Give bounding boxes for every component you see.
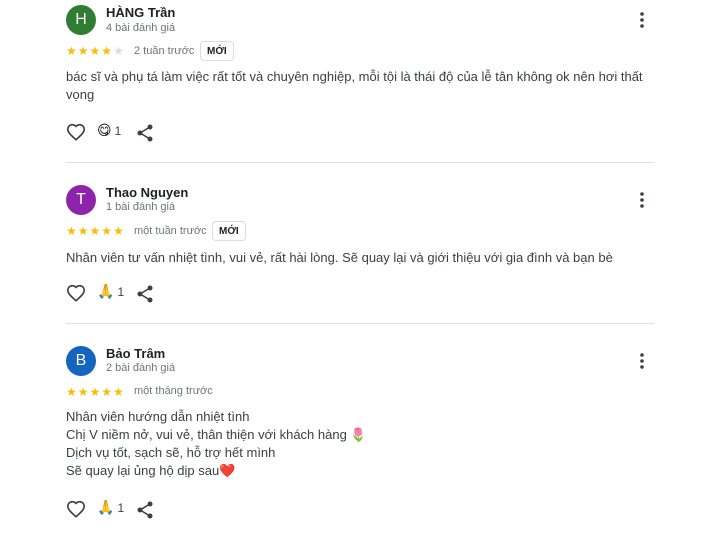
review-text-line: bác sĩ và phụ tá làm việc rất tốt và chu… — [66, 69, 643, 102]
share-icon — [137, 285, 153, 303]
star-icon: ★ — [66, 224, 77, 238]
avatar[interactable]: H — [66, 5, 96, 35]
review-text-line: Chị V niềm nở, vui vẻ, thân thiện với kh… — [66, 427, 367, 442]
heart-icon — [66, 284, 86, 302]
reviewer-review-count: 2 bài đánh giá — [106, 362, 176, 374]
review-actions: 🙏 1 — [66, 500, 166, 522]
review-card: B Bảo Trâm 2 bài đánh giá ★ ★ ★ ★ ★ một thán… — [66, 341, 654, 531]
star-icon: ★ — [89, 385, 101, 399]
more-options-icon[interactable] — [632, 10, 652, 30]
review-actions: 😋 1 — [66, 123, 166, 145]
reviewer-review-count: 4 bài đánh giá — [106, 22, 176, 34]
review-text: bác sĩ và phụ tá làm việc rất tốt và chu… — [66, 68, 646, 104]
review-text-line: Nhân viên tư vấn nhiệt tình, vui vẻ, rất… — [66, 250, 613, 265]
star-empty-icon: ★ — [113, 44, 124, 58]
new-badge: MỚI — [200, 41, 234, 61]
review-text: Nhân viên tư vấn nhiệt tình, vui vẻ, rất… — [66, 249, 646, 267]
new-badge: MỚI — [212, 221, 246, 241]
folded-hands-icon: 🙏 — [97, 500, 115, 516]
star-icon: ★ — [113, 224, 124, 238]
share-button[interactable] — [137, 124, 153, 142]
review-text: Nhân viên hướng dẫn nhiệt tình Chị V niề… — [66, 408, 646, 480]
avatar[interactable]: B — [66, 346, 96, 376]
more-options-icon[interactable] — [632, 351, 652, 371]
reviewer-review-count: 1 bài đánh giá — [106, 201, 176, 213]
face-savoring-icon: 😋 — [97, 123, 112, 139]
star-icon: ★ — [77, 44, 89, 58]
reviewer-name[interactable]: Bảo Trâm — [106, 346, 165, 361]
share-button[interactable] — [137, 285, 153, 303]
review-text-line: Dịch vụ tốt, sạch sẽ, hỗ trợ hết mình — [66, 445, 276, 460]
star-icon: ★ — [77, 385, 89, 399]
reaction-button[interactable]: 🙏 1 — [97, 500, 124, 516]
review-time: một tuần trước — [134, 225, 207, 237]
review-time: một tháng trước — [134, 385, 213, 397]
reviewer-name[interactable]: Thao Nguyen — [106, 185, 188, 200]
heart-icon — [66, 500, 86, 518]
review-text-line: Sẽ quay lại ủng hộ dịp sau❤️ — [66, 463, 236, 478]
star-icon: ★ — [66, 44, 77, 58]
review-card: H HÀNG Trần 4 bài đánh giá ★ ★ ★ ★ ★ 2 tuần … — [66, 0, 654, 160]
star-icon: ★ — [113, 385, 124, 399]
reaction-count: 1 — [117, 285, 125, 299]
reaction-count: 1 — [114, 124, 122, 138]
reaction-count: 1 — [117, 501, 125, 515]
reviewer-name[interactable]: HÀNG Trần — [106, 5, 175, 20]
like-button[interactable] — [66, 284, 86, 302]
share-icon — [137, 124, 153, 142]
star-icon: ★ — [89, 224, 101, 238]
star-icon: ★ — [66, 385, 77, 399]
more-options-icon[interactable] — [632, 190, 652, 210]
star-icon: ★ — [101, 385, 113, 399]
folded-hands-icon: 🙏 — [97, 284, 115, 300]
star-icon: ★ — [77, 224, 89, 238]
divider — [66, 323, 654, 324]
divider — [66, 162, 654, 163]
star-rating: ★ ★ ★ ★ ★ — [66, 45, 124, 57]
review-time: 2 tuần trước — [134, 45, 195, 57]
review-text-line: Nhân viên hướng dẫn nhiệt tình — [66, 409, 250, 424]
star-rating: ★ ★ ★ ★ ★ — [66, 225, 124, 237]
star-icon: ★ — [101, 44, 113, 58]
review-actions: 🙏 1 — [66, 284, 166, 306]
reaction-button[interactable]: 😋 1 — [97, 123, 121, 139]
star-icon: ★ — [89, 44, 101, 58]
review-card: T Thao Nguyen 1 bài đánh giá ★ ★ ★ ★ ★ một t… — [66, 180, 654, 320]
star-icon: ★ — [101, 224, 113, 238]
heart-icon — [66, 123, 86, 141]
share-button[interactable] — [137, 501, 153, 519]
reaction-button[interactable]: 🙏 1 — [97, 284, 124, 300]
share-icon — [137, 501, 153, 519]
star-rating: ★ ★ ★ ★ ★ — [66, 386, 124, 398]
avatar[interactable]: T — [66, 185, 96, 215]
like-button[interactable] — [66, 123, 86, 141]
like-button[interactable] — [66, 500, 86, 518]
